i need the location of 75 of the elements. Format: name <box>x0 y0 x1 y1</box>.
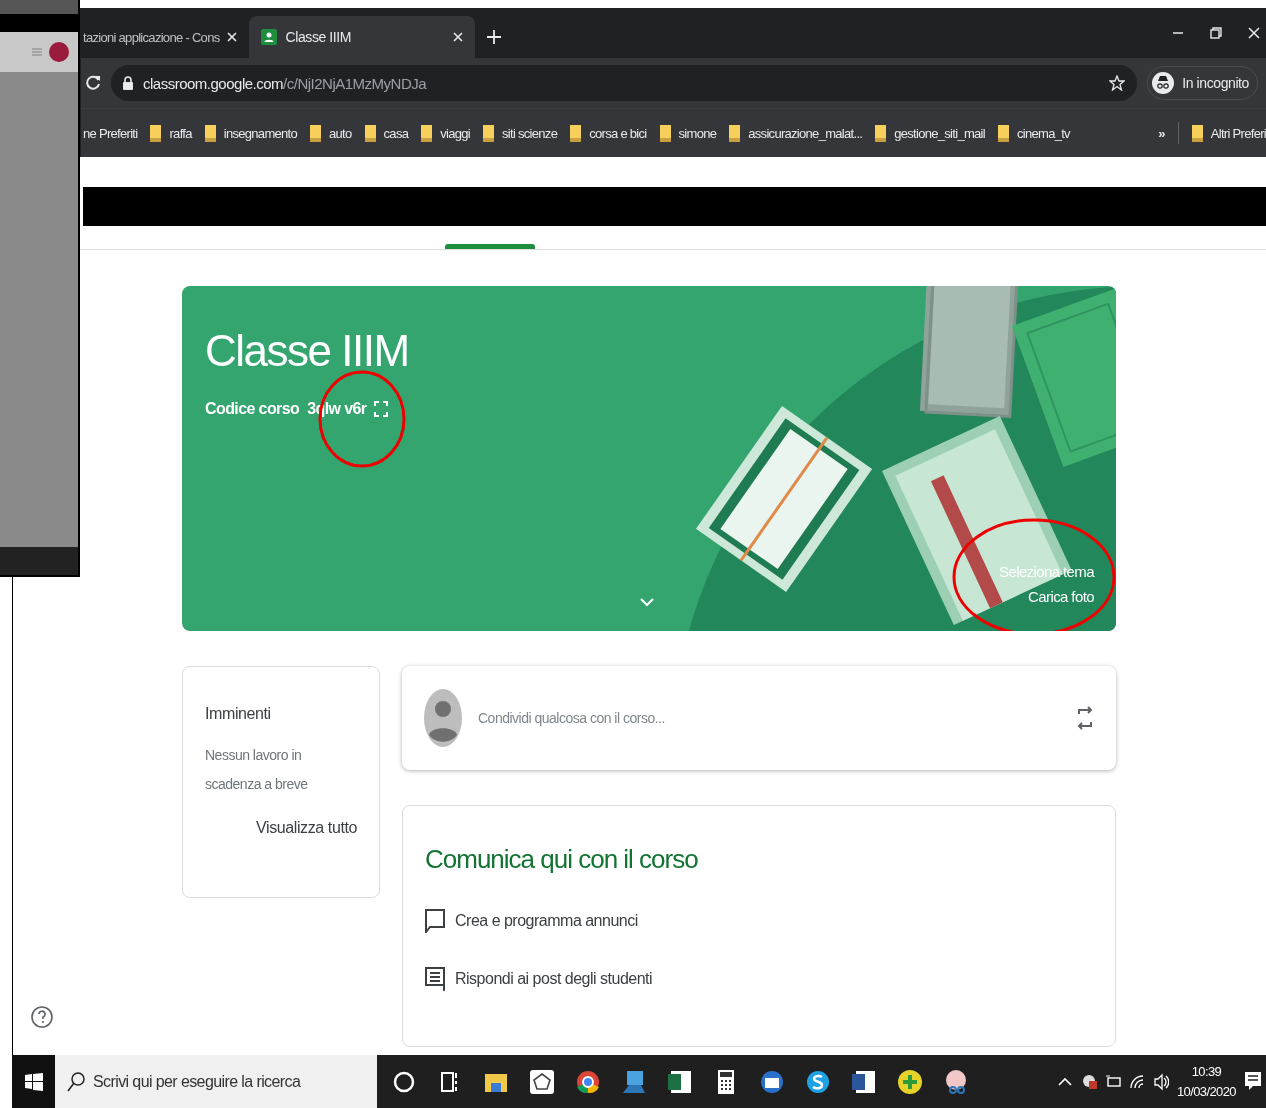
bookmark-folder[interactable]: simone <box>659 124 717 142</box>
upload-photo-link[interactable]: Carica foto <box>1028 588 1094 605</box>
help-icon[interactable] <box>31 1005 53 1029</box>
folder-icon <box>150 124 162 142</box>
bookmark-folder[interactable]: viaggi <box>421 124 470 142</box>
search-icon <box>67 1072 85 1092</box>
bookmark-folder[interactable]: cinema_tv <box>997 124 1070 142</box>
browser-tab[interactable]: Classe IIIM <box>249 16 476 58</box>
folder-icon <box>570 124 582 142</box>
tray-app-icon[interactable] <box>1080 1072 1097 1091</box>
wifi-icon[interactable] <box>1128 1072 1145 1091</box>
reload-icon[interactable] <box>85 75 101 91</box>
view-all-link[interactable]: Visualizza tutto <box>256 819 357 837</box>
clock-time: 10:39 <box>1191 1062 1222 1081</box>
folder-icon <box>875 124 887 142</box>
chevron-down-icon[interactable] <box>640 598 654 607</box>
browser-tab[interactable]: tazioni applicazione - Cons <box>81 16 250 58</box>
bookmark-folder[interactable]: Altri Preferi <box>1191 124 1266 142</box>
taskbar-search-field[interactable]: Scrivi qui per eseguire la ricerca <box>55 1055 377 1108</box>
classroom-icon <box>261 29 278 45</box>
folder-icon <box>729 124 741 142</box>
clock-date: 10/03/2020 <box>1176 1082 1236 1101</box>
folder-icon <box>1191 124 1203 142</box>
spreadsheet-icon[interactable] <box>667 1068 693 1095</box>
plus-circle-icon[interactable] <box>897 1068 923 1095</box>
empty-message: Nessun lavoro in scadenza a breve <box>205 746 309 794</box>
share-input[interactable]: Condividi qualcosa con il corso... <box>476 709 1062 727</box>
folder-icon <box>997 124 1009 142</box>
browser-ball-icon[interactable] <box>575 1068 601 1095</box>
bookmark-folder[interactable]: assicurazione_malat... <box>729 124 863 142</box>
letter-s-icon[interactable] <box>805 1068 831 1095</box>
address-bar[interactable]: classroom.google.com/c/NjI2NjA1MzMyNDJa <box>111 65 1138 101</box>
close-tab-icon[interactable] <box>453 32 464 42</box>
bookmark-folder[interactable]: siti scienze <box>483 124 558 142</box>
speech-bubble-icon <box>425 909 445 933</box>
bookmark-folder[interactable]: corsa e bici <box>570 124 647 142</box>
bookmark-folder[interactable]: raffa <box>150 124 192 142</box>
bookmark-folder[interactable]: auto <box>310 124 352 142</box>
class-title: Classe IIIM <box>205 326 409 376</box>
star-icon[interactable] <box>1109 75 1126 91</box>
folder-icon <box>483 124 494 142</box>
speaker-icon[interactable] <box>1152 1072 1169 1091</box>
menu-icon <box>32 47 42 57</box>
start-button[interactable] <box>12 1055 55 1108</box>
close-icon[interactable] <box>1248 27 1260 39</box>
card-heading: Comunica qui con il corso <box>425 844 699 875</box>
windows-logo-icon <box>24 1072 43 1091</box>
course-code-label: Codice corso <box>205 400 300 418</box>
folder-icon <box>421 124 433 142</box>
folder-icon <box>659 124 671 142</box>
restore-icon[interactable] <box>1210 27 1222 39</box>
new-tab-icon[interactable] <box>487 30 502 44</box>
folder-icon <box>364 124 376 142</box>
repost-arrows-icon[interactable] <box>1076 705 1094 731</box>
pentagon-app-icon[interactable] <box>529 1068 555 1095</box>
computer-icon[interactable] <box>621 1068 647 1095</box>
close-tab-icon[interactable] <box>227 32 238 42</box>
document-icon[interactable] <box>851 1068 877 1095</box>
bookmark-folder[interactable]: gestione_siti_mail <box>875 124 985 142</box>
more-bookmarks-button[interactable]: » <box>1158 125 1165 141</box>
folder-icon <box>310 124 322 142</box>
avatar-icon <box>424 689 462 747</box>
lock-icon <box>123 76 133 90</box>
bookmark-link[interactable]: ne Preferiti <box>83 125 138 141</box>
bookmark-folder[interactable]: casa <box>364 124 409 142</box>
tip-text: Rispondi ai post degli studenti <box>455 970 653 988</box>
fullscreen-icon[interactable] <box>374 401 389 417</box>
select-theme-link[interactable]: Seleziona tema <box>999 563 1094 580</box>
folder-icon <box>204 124 216 142</box>
bookmark-folder[interactable]: insegnamento <box>204 124 298 142</box>
card-title: Imminenti <box>205 705 272 723</box>
incognito-icon <box>1152 72 1175 94</box>
message-lines-icon <box>425 967 445 991</box>
avatar-icon <box>48 41 70 63</box>
tip-text: Crea e programma annunci <box>455 912 638 930</box>
